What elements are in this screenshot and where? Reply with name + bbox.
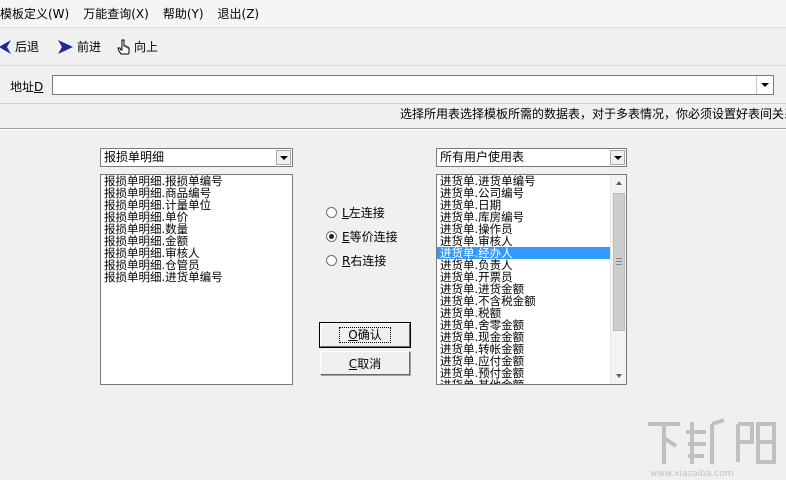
menu-template-define[interactable]: 模板定义(W) bbox=[0, 0, 76, 28]
menu-exit[interactable]: 退出(Z) bbox=[211, 0, 267, 28]
right-list-scrollbar[interactable] bbox=[610, 175, 626, 384]
up-label: 向上 bbox=[134, 40, 159, 54]
ok-label: O确认 bbox=[339, 327, 391, 343]
left-field-list[interactable]: 报损单明细.报损单编号 报损单明细.商品编号 报损单明细.计量单位 报损单明细.单价报… bbox=[100, 174, 293, 385]
watermark-url: www.xiazaiba.com bbox=[650, 469, 734, 479]
ok-button[interactable]: O确认 bbox=[319, 322, 411, 348]
up-button[interactable]: 向上 bbox=[117, 32, 164, 62]
left-table-dropdown-button[interactable] bbox=[276, 150, 291, 165]
grip-icon bbox=[616, 258, 622, 265]
address-dropdown-button[interactable] bbox=[756, 76, 773, 94]
forward-button[interactable]: 前进 bbox=[57, 32, 107, 62]
scroll-down-icon bbox=[616, 374, 622, 378]
watermark-logo: www.xiazaiba.com bbox=[640, 412, 786, 480]
equal-join-label: E等价连接 bbox=[342, 230, 398, 244]
back-button[interactable]: 后退 bbox=[0, 32, 45, 62]
scroll-down-button[interactable] bbox=[611, 368, 626, 384]
menu-help[interactable]: 帮助(Y) bbox=[156, 0, 211, 28]
menu-bar: 模板定义(W) 万能查询(X) 帮助(Y) 退出(Z) bbox=[0, 0, 786, 28]
pointing-hand-icon bbox=[117, 39, 131, 55]
back-arrow-icon bbox=[0, 39, 12, 55]
scroll-up-button[interactable] bbox=[611, 175, 626, 191]
radio-dot bbox=[329, 234, 334, 239]
radio-right-join[interactable]: R右连接 bbox=[326, 252, 386, 269]
menu-universal-query[interactable]: 万能查询(X) bbox=[76, 0, 156, 28]
forward-label: 前进 bbox=[77, 40, 102, 54]
chevron-down-icon bbox=[279, 155, 288, 160]
right-table-value: 所有用户使用表 bbox=[440, 150, 525, 164]
separator-highlight bbox=[0, 129, 786, 130]
radio-circle bbox=[326, 255, 337, 266]
right-field-list[interactable]: 进货单.进货单编号 进货单.公司编号 进货单.日期 进货单.库房编号 进货单.操作员 进货… bbox=[436, 174, 627, 385]
chevron-down-icon bbox=[761, 83, 769, 87]
left-table-select[interactable]: 报损单明细 bbox=[100, 148, 293, 167]
cancel-label: C取消 bbox=[348, 356, 382, 371]
address-input[interactable] bbox=[52, 75, 774, 95]
radio-circle-checked bbox=[326, 231, 337, 242]
address-bar: 地址D bbox=[0, 66, 786, 104]
cancel-button[interactable]: C取消 bbox=[320, 351, 410, 375]
instruction-text: 选择所用表选择模板所需的数据表，对于多表情况，你必须设置好表间关系 bbox=[400, 107, 786, 121]
left-join-label: L左连接 bbox=[342, 206, 385, 220]
back-label: 后退 bbox=[15, 40, 40, 54]
scroll-up-icon bbox=[616, 181, 622, 185]
list-item[interactable]: 报损单明细.进货单编号 bbox=[101, 271, 292, 283]
left-table-value: 报损单明细 bbox=[104, 150, 165, 164]
list-item[interactable]: 进货单.其他金额 bbox=[437, 379, 611, 384]
radio-left-join[interactable]: L左连接 bbox=[326, 204, 385, 221]
chevron-down-icon bbox=[613, 155, 622, 160]
scroll-thumb[interactable] bbox=[613, 193, 625, 331]
radio-equal-join[interactable]: E等价连接 bbox=[326, 228, 398, 245]
nav-toolbar: 后退 前进 向上 bbox=[0, 28, 786, 66]
right-join-label: R右连接 bbox=[342, 254, 387, 268]
radio-circle bbox=[326, 207, 337, 218]
right-table-dropdown-button[interactable] bbox=[610, 150, 625, 165]
address-label: 地址D bbox=[10, 80, 44, 94]
right-field-list-items: 进货单.进货单编号 进货单.公司编号 进货单.日期 进货单.库房编号 进货单.操作员 进货… bbox=[437, 175, 611, 384]
right-table-select[interactable]: 所有用户使用表 bbox=[436, 148, 627, 167]
forward-arrow-icon bbox=[57, 39, 74, 55]
